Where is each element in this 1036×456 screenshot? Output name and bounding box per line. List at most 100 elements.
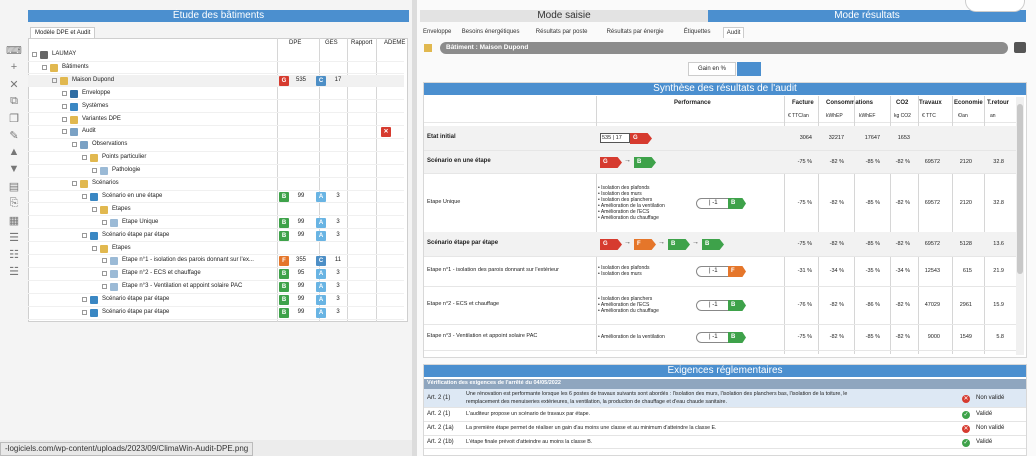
node-icon — [70, 102, 78, 111]
expand-icon[interactable] — [82, 193, 87, 199]
keyboard-icon[interactable]: ⌨ — [6, 42, 22, 58]
tree-row[interactable]: Scénarios — [28, 178, 404, 191]
clipboard-icon[interactable]: ▦ — [6, 212, 22, 228]
work-item: • Amélioration du chauffage — [598, 308, 659, 314]
node-icon — [70, 128, 78, 137]
expand-icon[interactable] — [102, 258, 107, 264]
tree-row[interactable]: Bâtiments — [28, 62, 404, 75]
tree-row[interactable]: Scénario en une étape B 99 A 3 — [28, 191, 404, 204]
tree-row[interactable]: Etape n°2 - ECS et chauffage B 95 A 3 — [28, 268, 404, 281]
tree-node-label: Scénario étape par étape — [102, 231, 170, 238]
row-line — [424, 324, 1016, 325]
tree-row[interactable]: Scénario étape par étape B 99 A 3 — [28, 230, 404, 243]
exigence-row[interactable]: Art. 2 (1) Une rénovation est performante… — [424, 389, 1026, 408]
building-icon — [424, 44, 432, 52]
tab-3[interactable]: Résultats par énergie — [604, 27, 667, 38]
tab-2[interactable]: Résultats par poste — [533, 27, 591, 38]
expand-icon[interactable] — [52, 77, 57, 83]
tree-row[interactable]: Points particulier — [28, 152, 404, 165]
cell-cep: -82 % — [829, 200, 844, 206]
status-label: Validé — [976, 438, 993, 445]
tree-node-label: Enveloppe — [82, 89, 111, 96]
tree-row[interactable]: Scénario étape par étape B 99 A 3 — [28, 294, 404, 307]
expand-icon[interactable] — [102, 284, 107, 290]
tree-row[interactable]: Scénario étape par étape B 99 A 3 — [28, 307, 404, 320]
url-tooltip: -logiciels.com/wp-content/uploads/2023/0… — [0, 442, 254, 456]
exigence-row[interactable]: Art. 2 (1b) L'étape finale prévoit d'atte… — [424, 436, 1026, 449]
tree-row[interactable]: Observations — [28, 139, 404, 152]
expand-icon[interactable] — [102, 219, 107, 225]
expand-icon[interactable] — [92, 168, 97, 174]
expand-icon[interactable] — [42, 64, 47, 70]
expand-icon[interactable] — [82, 310, 87, 315]
expand-icon[interactable] — [62, 116, 67, 122]
expand-icon[interactable] — [82, 297, 87, 303]
expand-icon[interactable] — [62, 90, 67, 96]
tree-row[interactable]: Variantes DPE — [28, 114, 404, 127]
tree-row[interactable]: Pathologie — [28, 165, 404, 178]
expand-icon[interactable] — [72, 181, 77, 186]
expand-icon[interactable] — [92, 245, 97, 251]
cell-cep: -82 % — [829, 241, 844, 247]
model-tab[interactable]: Modèle DPE et Audit — [30, 27, 96, 38]
expand-icon[interactable] — [82, 155, 87, 161]
expand-icon[interactable] — [92, 206, 97, 212]
status-label: Non validé — [976, 425, 1005, 431]
ges-badge: A — [316, 295, 326, 306]
tree-row[interactable]: Etape Unique B 99 A 3 — [28, 217, 404, 230]
tree-row[interactable]: LAUMAY — [28, 49, 404, 62]
copy-icon[interactable]: ❐ — [6, 110, 22, 126]
list-icon[interactable]: ☷ — [6, 246, 22, 262]
edit-icon[interactable]: ✎ — [6, 127, 22, 143]
expand-icon[interactable] — [82, 232, 87, 238]
paste-icon[interactable]: ⎘ — [6, 195, 22, 211]
tree-row[interactable]: Audit ✕ — [28, 126, 404, 139]
building-title: Bâtiment : Maison Dupond — [446, 44, 529, 51]
gain-percent-toggle[interactable]: Gain en % — [688, 62, 736, 76]
down-icon[interactable]: ▼ — [6, 161, 22, 177]
cell-facture: 3064 — [799, 135, 812, 141]
tab-0[interactable]: Enveloppe — [420, 27, 454, 38]
exigence-text: L'auditeur propose un scénario de travau… — [466, 411, 591, 417]
tree-row[interactable]: Maison Dupond G 535 C 17 — [28, 74, 404, 88]
node-icon — [90, 192, 98, 201]
node-icon — [80, 180, 88, 188]
tree-row[interactable]: Etape n°1 - isolation des parois donnant… — [28, 255, 404, 268]
expand-icon[interactable] — [72, 142, 77, 148]
tab-5[interactable]: Audit — [722, 27, 745, 38]
class-arrow: G — [600, 157, 622, 168]
tree-row[interactable]: Etapes — [28, 204, 404, 217]
camera-icon[interactable] — [1014, 42, 1026, 53]
list-add-icon[interactable]: ☰ — [6, 229, 22, 245]
duplicate-icon[interactable]: ⧉ — [6, 93, 22, 109]
ademe-error-icon[interactable]: ✕ — [381, 127, 391, 138]
ges-badge: A — [316, 191, 326, 202]
header-line — [424, 122, 1016, 123]
scroll-thumb[interactable] — [1017, 104, 1023, 274]
tree-row[interactable]: Systèmes — [28, 101, 404, 114]
node-icon — [80, 141, 88, 150]
ges-value: 3 — [336, 270, 340, 277]
tree-row[interactable]: Enveloppe — [28, 88, 404, 101]
exigence-row[interactable]: Art. 2 (1a) La première étape permet de r… — [424, 422, 1026, 436]
document-icon[interactable]: ▤ — [6, 178, 22, 194]
cell-ret: 32.8 — [993, 159, 1004, 165]
expand-icon[interactable] — [62, 103, 67, 109]
expand-icon[interactable] — [32, 52, 37, 57]
synthese-table: Performance Facture Consommations CO2 Travau… — [424, 96, 1016, 356]
tree-row[interactable]: Etape n°3 - Ventilation et appoint solai… — [28, 281, 404, 294]
tree-row[interactable]: Etapes — [28, 243, 404, 256]
works-list: • Isolation des planchers • Amélioration … — [598, 296, 659, 314]
expand-icon[interactable] — [62, 129, 67, 135]
delete-icon[interactable]: ✕ — [6, 76, 22, 92]
cell-eco: 2120 — [959, 159, 972, 165]
list-user-icon[interactable]: ☱ — [6, 263, 22, 279]
up-icon[interactable]: ▲ — [6, 144, 22, 160]
tab-1[interactable]: Besoins énergétiques — [459, 27, 523, 38]
exigence-row[interactable]: Art. 2 (1) L'auditeur propose un scénario… — [424, 408, 1026, 422]
gain-toggle-switch[interactable] — [737, 62, 761, 76]
expand-icon[interactable] — [102, 271, 107, 277]
cell-cef: -35 % — [865, 268, 880, 274]
add-icon[interactable]: + — [6, 59, 22, 75]
tab-4[interactable]: Étiquettes — [681, 27, 714, 38]
